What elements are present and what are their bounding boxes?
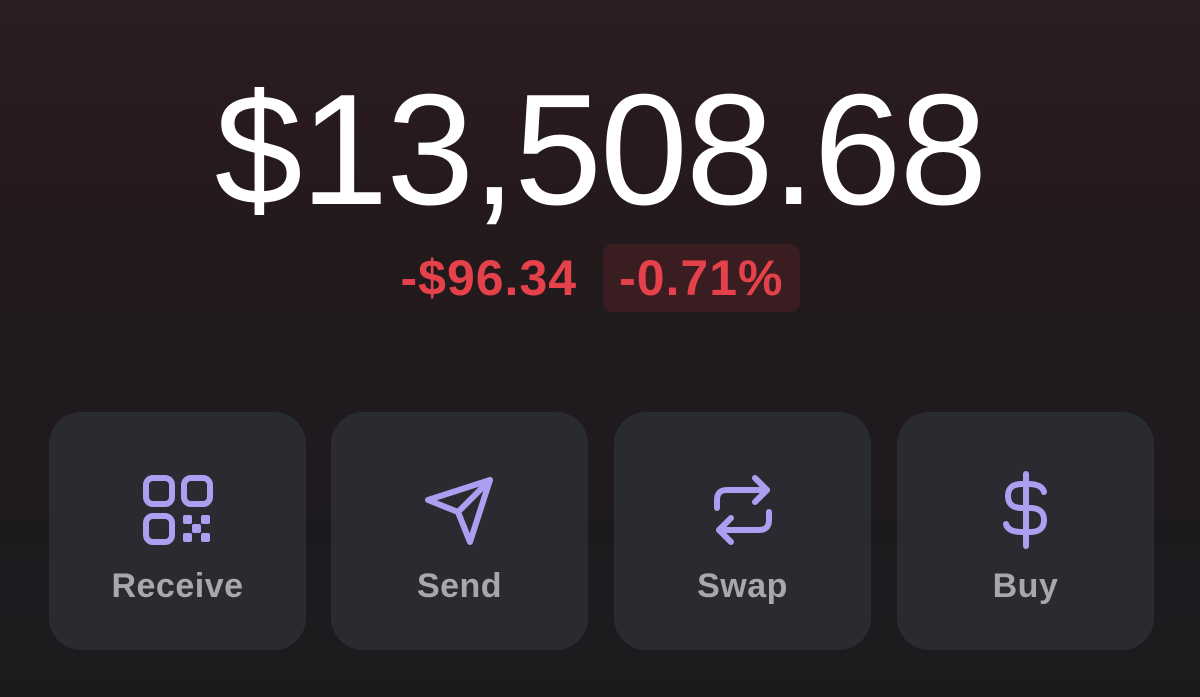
buy-label: Buy xyxy=(992,567,1059,605)
swap-label: Swap xyxy=(697,567,788,605)
send-button[interactable]: Send xyxy=(331,412,588,650)
receive-label: Receive xyxy=(111,567,244,605)
qr-code-icon xyxy=(138,470,218,550)
buy-button[interactable]: Buy xyxy=(897,412,1154,650)
action-buttons: Receive Send Swap Buy xyxy=(0,0,1200,697)
dollar-icon xyxy=(986,470,1066,550)
receive-button[interactable]: Receive xyxy=(49,412,306,650)
send-label: Send xyxy=(416,567,503,605)
swap-button[interactable]: Swap xyxy=(614,412,871,650)
swap-arrows-icon xyxy=(703,470,783,550)
paper-plane-icon xyxy=(420,470,500,550)
